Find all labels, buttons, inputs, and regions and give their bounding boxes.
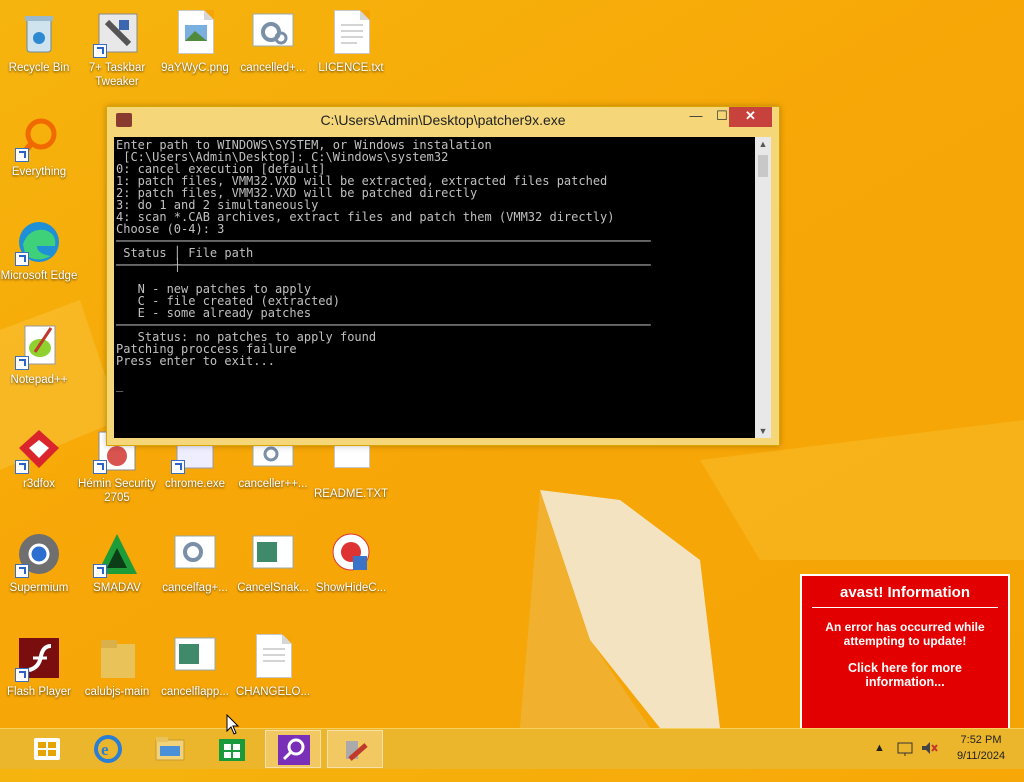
network-icon[interactable] xyxy=(896,739,914,779)
taskbar-tweaker-icon[interactable]: 7+ Taskbar Tweaker xyxy=(78,10,156,89)
icon-label: README.TXT xyxy=(313,488,389,500)
notepad-plus-plus-icon[interactable]: Notepad++ xyxy=(0,322,78,387)
icon-label: Recycle Bin xyxy=(8,62,70,74)
png-file-icon[interactable]: 9aYWyC.png xyxy=(156,10,234,75)
licence-file-icon[interactable]: LICENCE.txt xyxy=(312,10,390,75)
icon-label: 9aYWyC.png xyxy=(161,62,229,74)
smadav-icon[interactable]: SMADAV xyxy=(78,530,156,595)
icon-label: cancelled+... xyxy=(240,62,306,74)
icon-label: Notepad++ xyxy=(10,374,68,386)
icon-label: Everything xyxy=(11,166,67,178)
icon-label: cancelfag+... xyxy=(162,582,228,594)
icon-label: LICENCE.txt xyxy=(318,62,384,74)
clock-time: 7:52 PM xyxy=(960,734,1002,746)
icon-label: 7+ Taskbar Tweaker xyxy=(88,62,146,88)
icon-label: canceller++... xyxy=(238,478,308,490)
icon-label: ShowHideC... xyxy=(315,582,387,594)
avast-more-info-link[interactable]: Click here for more information... xyxy=(802,661,1008,689)
title-bar[interactable]: C:\Users\Admin\Desktop\patcher9x.exe — ☐… xyxy=(107,107,779,133)
icon-label: chrome.exe xyxy=(164,478,226,490)
icon-label: CancelSnak... xyxy=(237,582,309,594)
changelog-file-icon[interactable]: CHANGELO... xyxy=(234,634,312,699)
icon-label: cancelflapp... xyxy=(161,686,229,698)
patcher9x-taskbar-icon[interactable] xyxy=(327,730,383,768)
icon-label: Supermium xyxy=(9,582,69,594)
clock-date: 9/11/2024 xyxy=(956,750,1006,762)
recycle-bin-icon[interactable]: Recycle Bin xyxy=(0,10,78,75)
minimize-button[interactable]: — xyxy=(683,107,709,127)
icon-label: CHANGELO... xyxy=(235,686,311,698)
search-icon[interactable] xyxy=(265,730,321,768)
system-clock[interactable]: 7:52 PM 9/11/2024 xyxy=(946,732,1016,764)
scroll-down-icon[interactable]: ▼ xyxy=(755,424,771,438)
taskbar: e ▲ 7:52 PM 9/11/2024 xyxy=(0,728,1024,769)
icon-label: r3dfox xyxy=(23,478,55,490)
svg-text:e: e xyxy=(101,740,109,759)
cancelflapp-file-icon[interactable]: cancelflapp... xyxy=(156,634,234,699)
avast-notification[interactable]: avast! Information An error has occurred… xyxy=(800,574,1010,730)
start-button[interactable] xyxy=(20,730,76,768)
r3dfox-icon[interactable]: r3dfox xyxy=(0,426,78,491)
everything-icon[interactable]: Everything xyxy=(0,114,78,179)
console-text: Enter path to WINDOWS\SYSTEM, or Windows… xyxy=(116,138,651,392)
cancelfag-file-icon[interactable]: cancelfag+... xyxy=(156,530,234,595)
avast-title: avast! Information xyxy=(812,584,998,608)
internet-explorer-icon[interactable]: e xyxy=(80,730,136,768)
icon-label: Flash Player xyxy=(7,686,71,698)
volume-muted-icon[interactable] xyxy=(920,739,938,779)
cancelsnak-file-icon[interactable]: CancelSnak... xyxy=(234,530,312,595)
vertical-scrollbar[interactable]: ▲ ▼ xyxy=(755,137,771,438)
icon-label: Hémin Security 2705 xyxy=(78,478,156,504)
cancelled-file-icon[interactable]: cancelled+... xyxy=(234,10,312,75)
microsoft-edge-icon[interactable]: Microsoft Edge xyxy=(0,218,78,283)
console-output[interactable]: Enter path to WINDOWS\SYSTEM, or Windows… xyxy=(114,137,755,438)
console-window[interactable]: C:\Users\Admin\Desktop\patcher9x.exe — ☐… xyxy=(106,106,780,446)
calubjs-folder-icon[interactable]: calubjs-main xyxy=(78,634,156,699)
icon-label: Microsoft Edge xyxy=(0,270,78,282)
scroll-up-icon[interactable]: ▲ xyxy=(755,137,771,151)
show-hidden-icons-icon[interactable]: ▲ xyxy=(874,742,885,782)
supermium-icon[interactable]: Supermium xyxy=(0,530,78,595)
close-button[interactable]: ✕ xyxy=(729,107,772,127)
icon-label: calubjs-main xyxy=(84,686,150,698)
mouse-cursor-icon xyxy=(226,713,240,741)
showhide-file-icon[interactable]: ShowHideC... xyxy=(312,530,390,595)
window-title: C:\Users\Admin\Desktop\patcher9x.exe xyxy=(320,112,566,128)
file-explorer-icon[interactable] xyxy=(142,730,198,768)
avast-message: An error has occurred while attempting t… xyxy=(825,620,985,648)
flash-player-icon[interactable]: Flash Player xyxy=(0,634,78,699)
icon-label: SMADAV xyxy=(93,582,141,594)
scroll-thumb[interactable] xyxy=(758,155,768,177)
